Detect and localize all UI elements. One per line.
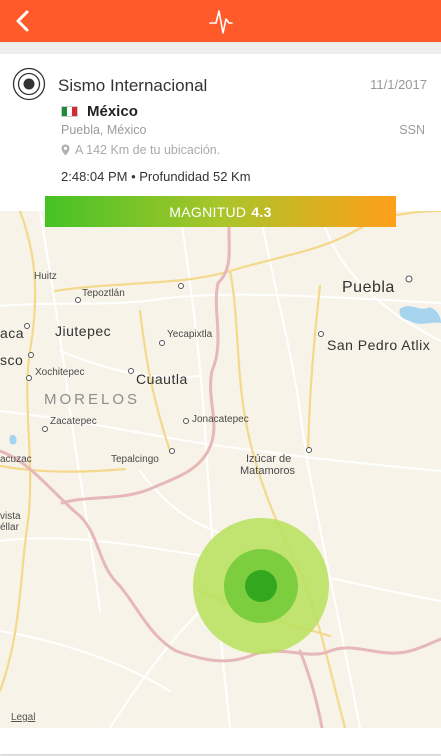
- country-name: México: [87, 103, 138, 120]
- map-label-san-pedro: San Pedro Atlix: [327, 337, 431, 353]
- event-date: 11/1/2017: [370, 77, 427, 92]
- map-label-aca: aca: [0, 325, 25, 341]
- map-label-jonacatepec: Jonacatepec: [192, 414, 249, 425]
- distance-text: A 142 Km de tu ubicación.: [75, 143, 221, 157]
- map-label-sco: sco: [0, 352, 24, 368]
- event-country: México: [61, 103, 138, 120]
- map-label-tepalcingo: Tepalcingo: [111, 454, 159, 465]
- map-view[interactable]: Huitz Tepoztlán Puebla aca Jiutepec Yeca…: [0, 211, 441, 728]
- distance-info: A 142 Km de tu ubicación.: [61, 143, 220, 157]
- event-title: Sismo Internacional: [58, 76, 208, 95]
- map-label-morelos: MORELOS: [44, 391, 141, 408]
- map-label-huitz: Huitz: [34, 271, 57, 282]
- event-card[interactable]: Sismo Internacional 11/1/2017 México Pue…: [0, 54, 441, 754]
- map-label-puebla: Puebla: [342, 279, 395, 296]
- map-label-jiutepec: Jiutepec: [55, 323, 112, 339]
- map-label-izucar: Izúcar de: [246, 453, 292, 465]
- pulse-icon: [208, 10, 233, 34]
- map-label-yecapixtla: Yecapixtla: [167, 329, 213, 340]
- agency-label: SSN: [399, 123, 425, 137]
- target-icon: [12, 67, 46, 101]
- map-label-cuautla: Cuautla: [136, 371, 188, 387]
- map-label-acuzac: acuzac: [0, 454, 32, 465]
- magnitude-value: 4.3: [251, 203, 272, 220]
- chevron-left-icon: [16, 10, 29, 32]
- back-button[interactable]: [6, 4, 40, 38]
- map-label-zacatepec: Zacatepec: [50, 416, 97, 427]
- map-label-matamoros: Matamoros: [240, 465, 296, 477]
- event-location: Puebla, México: [61, 123, 147, 137]
- map-legal-link[interactable]: Legal: [11, 712, 35, 723]
- map-label-ellar: éllar: [0, 522, 19, 533]
- quake-epicenter: [245, 570, 277, 602]
- location-pin-icon: [61, 144, 70, 156]
- map-label-tepoztlan: Tepoztlán: [82, 288, 125, 299]
- mexico-flag-icon: [61, 106, 78, 117]
- map-label-xochitepec: Xochitepec: [35, 367, 85, 378]
- event-time-depth: 2:48:04 PM • Profundidad 52 Km: [61, 169, 251, 184]
- app-header: [0, 0, 441, 42]
- magnitude-banner: MAGNITUD 4.3: [45, 196, 396, 227]
- map-label-vista: vista: [0, 511, 21, 522]
- magnitude-label: MAGNITUD: [169, 203, 247, 220]
